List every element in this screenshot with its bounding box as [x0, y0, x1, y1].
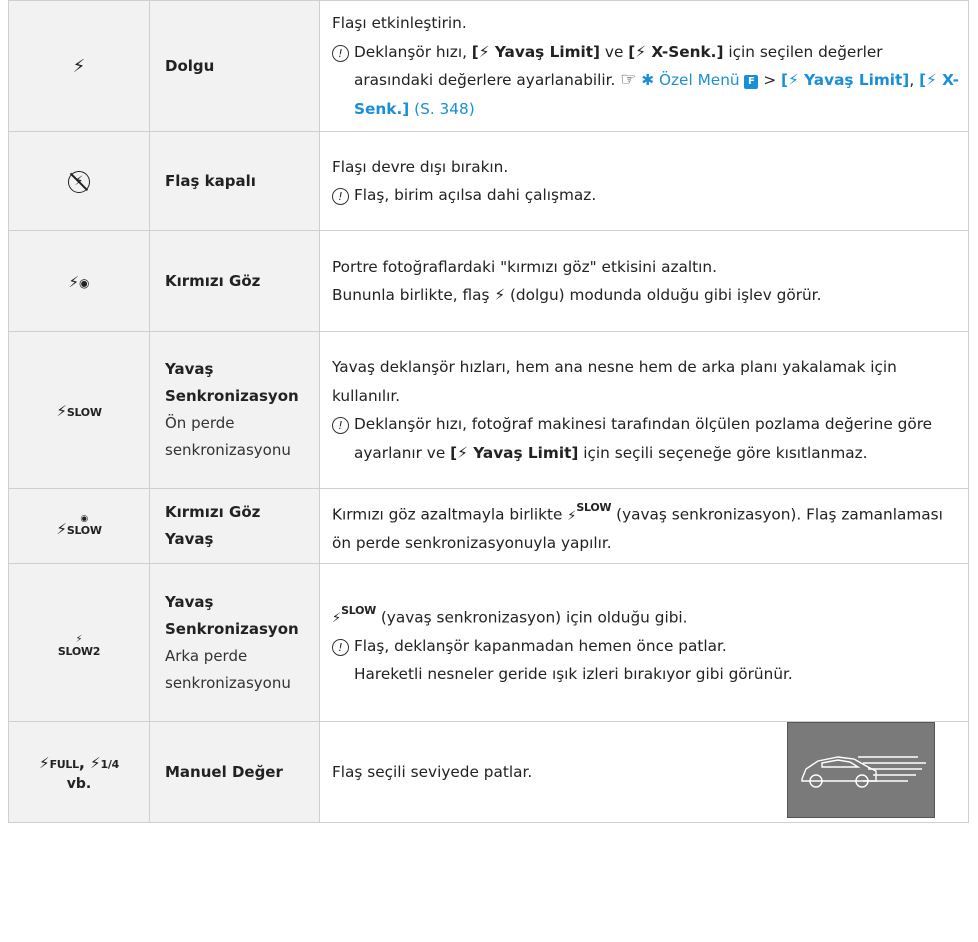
mode-name: Yavaş: [165, 530, 214, 548]
mode-name-cell: Dolgu: [149, 0, 320, 132]
note-block: ! Deklanşör hızı, fotoğraf makinesi tara…: [332, 410, 960, 467]
mode-subname: Ön perde: [165, 414, 235, 432]
menu-f-badge-icon: F: [744, 75, 759, 89]
note-icon: !: [332, 632, 354, 689]
note-block: ! Flaş, deklanşör kapanmadan hemen önce …: [332, 632, 798, 689]
description-text: ⚡ SLOW (yavaş senkronizasyon) için olduğu…: [332, 597, 798, 632]
mode-subname: senkronizasyonu: [165, 441, 291, 459]
icon-cell: ⚡: [8, 0, 150, 132]
note-text: Flaş, birim açılsa dahi çalışmaz.: [354, 186, 597, 204]
description-text: Bununla birlikte, flaş ⚡ (dolgu) modunda…: [332, 286, 822, 304]
description-cell: Kırmızı göz azaltmayla birlikte ⚡ SLOW (y…: [319, 488, 969, 564]
icon-cell: ⚡ FULL, ⚡ 1/4 vb.: [8, 721, 150, 823]
mode-name: Yavaş: [165, 360, 214, 378]
table-row: ⚡ Flaş kapalı Flaşı devre dışı bırakın. …: [8, 131, 969, 231]
mode-name-cell: Manuel Değer: [149, 721, 320, 823]
quarter-glyph: 1/4: [100, 757, 120, 771]
table-row: ⚡ ◉ Kırmızı Göz Portre fotoğraflardaki "k…: [8, 230, 969, 332]
icon-cell: ⚡ SLOW2: [8, 563, 150, 722]
description-text: Yavaş deklanşör hızları, hem ana nesne h…: [332, 358, 897, 405]
icon-cell: ⚡: [8, 131, 150, 231]
etc-label: vb.: [66, 775, 92, 792]
note-text: Flaş, deklanşör kapanmadan hemen önce pa…: [354, 636, 793, 684]
description-cell: Flaşı etkinleştirin. ! Deklanşör hızı, […: [319, 0, 969, 132]
manual-flash-icons: ⚡ FULL, ⚡ 1/4: [39, 752, 120, 772]
flash-fill-icon: ⚡: [72, 55, 86, 77]
slow-limit-link[interactable]: [⚡ Yavaş Limit]: [781, 71, 909, 89]
mode-name-cell: Yavaş Senkronizasyon Ön perde senkroniza…: [149, 331, 320, 489]
table-row: ⚡ SLOW Yavaş Senkronizasyon Ön perde senk…: [8, 331, 969, 489]
slow-sync-icon: ⚡ SLOW: [56, 401, 102, 420]
mode-name: Dolgu: [165, 56, 215, 75]
separator: >: [763, 71, 777, 89]
page-ref-link[interactable]: (S. 348): [414, 100, 475, 118]
custom-menu-link[interactable]: ✱ Özel Menü: [641, 71, 739, 89]
description-text: (yavaş senkronizasyon) için olduğu gibi.: [375, 608, 688, 626]
red-eye-flash-icon: ⚡ ◉: [68, 272, 90, 291]
icon-cell: ⚡ ◉: [8, 230, 150, 332]
description-text: Flaşı etkinleştirin.: [332, 14, 467, 32]
note-setting: [⚡ X-Senk.]: [628, 42, 724, 61]
mode-subname: senkronizasyonu: [165, 673, 291, 692]
bolt-glyph: ⚡: [68, 272, 80, 291]
flash-mode-table: ⚡ Dolgu Flaşı etkinleştirin. ! Deklanşör…: [8, 0, 969, 823]
full-glyph: FULL: [49, 757, 80, 771]
reference-arrow-icon: ☞: [620, 69, 637, 90]
red-eye-slow-sync-icon: ⚡ ◉ SLOW: [56, 513, 102, 538]
mode-name: Kırmızı Göz: [165, 271, 261, 290]
icon-cell: ⚡ SLOW: [8, 331, 150, 489]
slow-sync-inline-icon: ⚡ SLOW: [332, 597, 376, 626]
mode-name: Kırmızı Göz: [165, 503, 261, 521]
slow2-glyph: SLOW2: [57, 645, 101, 658]
description-text: Flaşı devre dışı bırakın.: [332, 157, 509, 176]
separator: ,: [909, 71, 915, 89]
description-cell: ⚡ SLOW (yavaş senkronizasyon) için olduğu…: [319, 563, 969, 722]
table-row: ⚡ SLOW2 Yavaş Senkronizasyon Arka perde s…: [8, 563, 969, 722]
car-light-trail-image: [787, 722, 935, 818]
table-row: ⚡ Dolgu Flaşı etkinleştirin. ! Deklanşör…: [8, 0, 969, 132]
description-cell: Flaşı devre dışı bırakın. ! Flaş, birim …: [319, 131, 969, 231]
slow2-sync-icon: ⚡ SLOW2: [57, 634, 101, 659]
mode-name: Senkronizasyon: [165, 387, 299, 405]
slow-sync-inline-icon: ⚡ SLOW: [567, 494, 611, 523]
note-icon: !: [332, 38, 354, 124]
note-setting: [⚡ Yavaş Limit]: [471, 42, 601, 61]
mode-name-cell: Kırmızı Göz: [149, 230, 320, 332]
description-text: Kırmızı göz azaltmayla birlikte: [332, 505, 568, 524]
slow-glyph: SLOW: [576, 501, 612, 515]
slow-glyph: SLOW: [66, 523, 102, 537]
flash-off-icon: ⚡: [68, 170, 90, 193]
note-block: ! Deklanşör hızı, [⚡ Yavaş Limit] ve [⚡ …: [332, 38, 960, 124]
car-illustration: [788, 723, 934, 817]
note-setting: [⚡ Yavaş Limit]: [450, 443, 579, 462]
slow-glyph: SLOW: [341, 603, 376, 617]
note-block: ! Flaş, birim açılsa dahi çalışmaz.: [332, 181, 960, 210]
description-text: Portre fotoğraflardaki "kırmızı göz" etk…: [332, 257, 717, 276]
mode-name-cell: Yavaş Senkronizasyon Arka perde senkroni…: [149, 563, 320, 722]
description-cell: Yavaş deklanşör hızları, hem ana nesne h…: [319, 331, 969, 489]
note-text: Deklanşör hızı,: [354, 42, 472, 61]
mode-name: Flaş kapalı: [165, 171, 256, 190]
separator: ,: [78, 752, 85, 772]
slow-glyph: SLOW: [66, 405, 102, 419]
description-cell: Portre fotoğraflardaki "kırmızı göz" etk…: [319, 230, 969, 332]
mode-name: Manuel Değer: [165, 762, 283, 781]
icon-cell: ⚡ ◉ SLOW: [8, 488, 150, 564]
table-row: ⚡ ◉ SLOW Kırmızı Göz Yavaş Kırmızı göz aza…: [8, 488, 969, 564]
note-icon: !: [332, 410, 354, 467]
note-icon: !: [332, 181, 354, 210]
mode-name-cell: Flaş kapalı: [149, 131, 320, 231]
eye-glyph: ◉: [79, 275, 90, 290]
mode-name-cell: Kırmızı Göz Yavaş: [149, 488, 320, 564]
note-text: için seçili seçeneğe göre kısıtlanmaz.: [578, 443, 868, 462]
note-text: ve: [600, 42, 629, 61]
mode-subname: Arka perde: [165, 646, 248, 665]
mode-name: Senkronizasyon: [165, 619, 299, 638]
mode-name: Yavaş: [165, 592, 214, 611]
